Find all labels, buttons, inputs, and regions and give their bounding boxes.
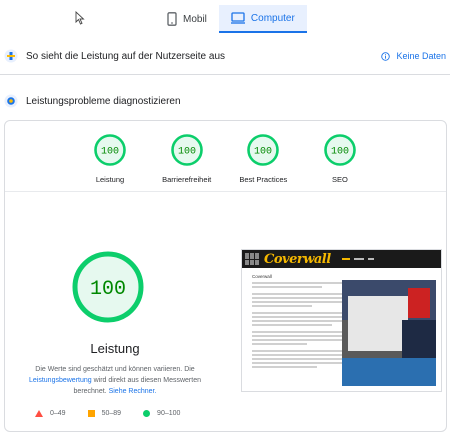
card-divider <box>5 191 446 192</box>
category-gauges: 100 Leistung 100 Barrierefreiheit 100 Be… <box>75 133 375 184</box>
triangle-icon <box>35 410 43 417</box>
gauge-label: Best Practices <box>239 175 288 184</box>
report-card: 100 Leistung 100 Barrierefreiheit 100 Be… <box>4 120 447 432</box>
score-ring: 100 <box>170 134 203 166</box>
screenshot-brand: Coverwall <box>264 251 331 267</box>
score-value: 100 <box>254 147 272 158</box>
score-ring: 100 <box>247 134 280 166</box>
tab-desktop[interactable]: Computer <box>218 5 307 33</box>
performance-description: Die Werte sind geschätzt und können vari… <box>17 364 213 397</box>
device-tabs: Mobil Computer <box>155 5 307 33</box>
desc-text-1: Die Werte sind geschätzt und können vari… <box>35 366 195 373</box>
field-data-icon <box>4 49 18 63</box>
performance-gauge: 100 <box>72 251 144 323</box>
no-data-label: Keine Daten <box>396 51 446 61</box>
gauge-label: Barrierefreiheit <box>162 175 212 184</box>
score-value: 100 <box>101 147 119 158</box>
field-data-section: So sieht die Leistung auf der Nutzerseit… <box>0 44 450 68</box>
gauge-label: Leistung <box>95 175 125 184</box>
square-icon <box>87 410 95 417</box>
diagnostics-section: Leistungsprobleme diagnostizieren <box>0 90 450 112</box>
screenshot-image <box>342 280 436 386</box>
smartphone-icon <box>167 12 177 26</box>
score-value: 100 <box>331 147 349 158</box>
screenshot-nav <box>341 258 374 260</box>
screenshot-subtitle: Coverwall <box>252 274 272 279</box>
no-data-link[interactable]: Keine Daten <box>381 51 446 61</box>
score-value: 100 <box>178 147 196 158</box>
calculator-link[interactable]: Siehe Rechner. <box>109 388 157 395</box>
legend-fail: 0–49 <box>35 410 66 417</box>
diagnostics-icon <box>4 94 18 108</box>
legend-average-range: 50–89 <box>101 410 122 417</box>
legend-fail-range: 0–49 <box>50 410 66 417</box>
legend-average: 50–89 <box>87 410 122 417</box>
gauge-accessibility[interactable]: 100 Barrierefreiheit <box>152 133 222 184</box>
gauge-best-practices[interactable]: 100 Best Practices <box>228 133 298 184</box>
tab-mobile-label: Mobil <box>183 13 207 25</box>
score-legend: 0–49 50–89 90–100 <box>35 410 180 417</box>
legend-pass-range: 90–100 <box>157 410 181 417</box>
legend-pass: 90–100 <box>143 410 180 417</box>
logo-tiles-icon <box>245 253 259 265</box>
score-ring: 100 <box>324 134 356 166</box>
mouse-cursor-icon <box>75 11 85 25</box>
field-data-title: So sieht die Leistung auf der Nutzerseit… <box>26 50 226 62</box>
gauge-performance[interactable]: 100 Leistung <box>75 133 145 184</box>
score-ring: 100 <box>94 134 126 166</box>
desktop-icon <box>230 12 245 24</box>
gauge-label: SEO <box>332 175 348 184</box>
page-screenshot: Coverwall Coverwall <box>241 249 442 392</box>
screenshot-body: Coverwall <box>242 268 441 386</box>
section-divider <box>0 74 450 75</box>
circle-icon <box>143 410 151 417</box>
gauge-seo[interactable]: 100 SEO <box>305 133 375 184</box>
tab-mobile[interactable]: Mobil <box>155 5 219 33</box>
info-icon <box>381 51 391 61</box>
performance-score: 100 <box>90 278 126 301</box>
diagnostics-title: Leistungsprobleme diagnostizieren <box>26 95 181 107</box>
screenshot-header: Coverwall <box>242 250 441 268</box>
scoring-link[interactable]: Leistungsbewertung <box>29 377 92 384</box>
performance-title: Leistung <box>90 341 140 356</box>
tab-desktop-label: Computer <box>250 12 295 24</box>
